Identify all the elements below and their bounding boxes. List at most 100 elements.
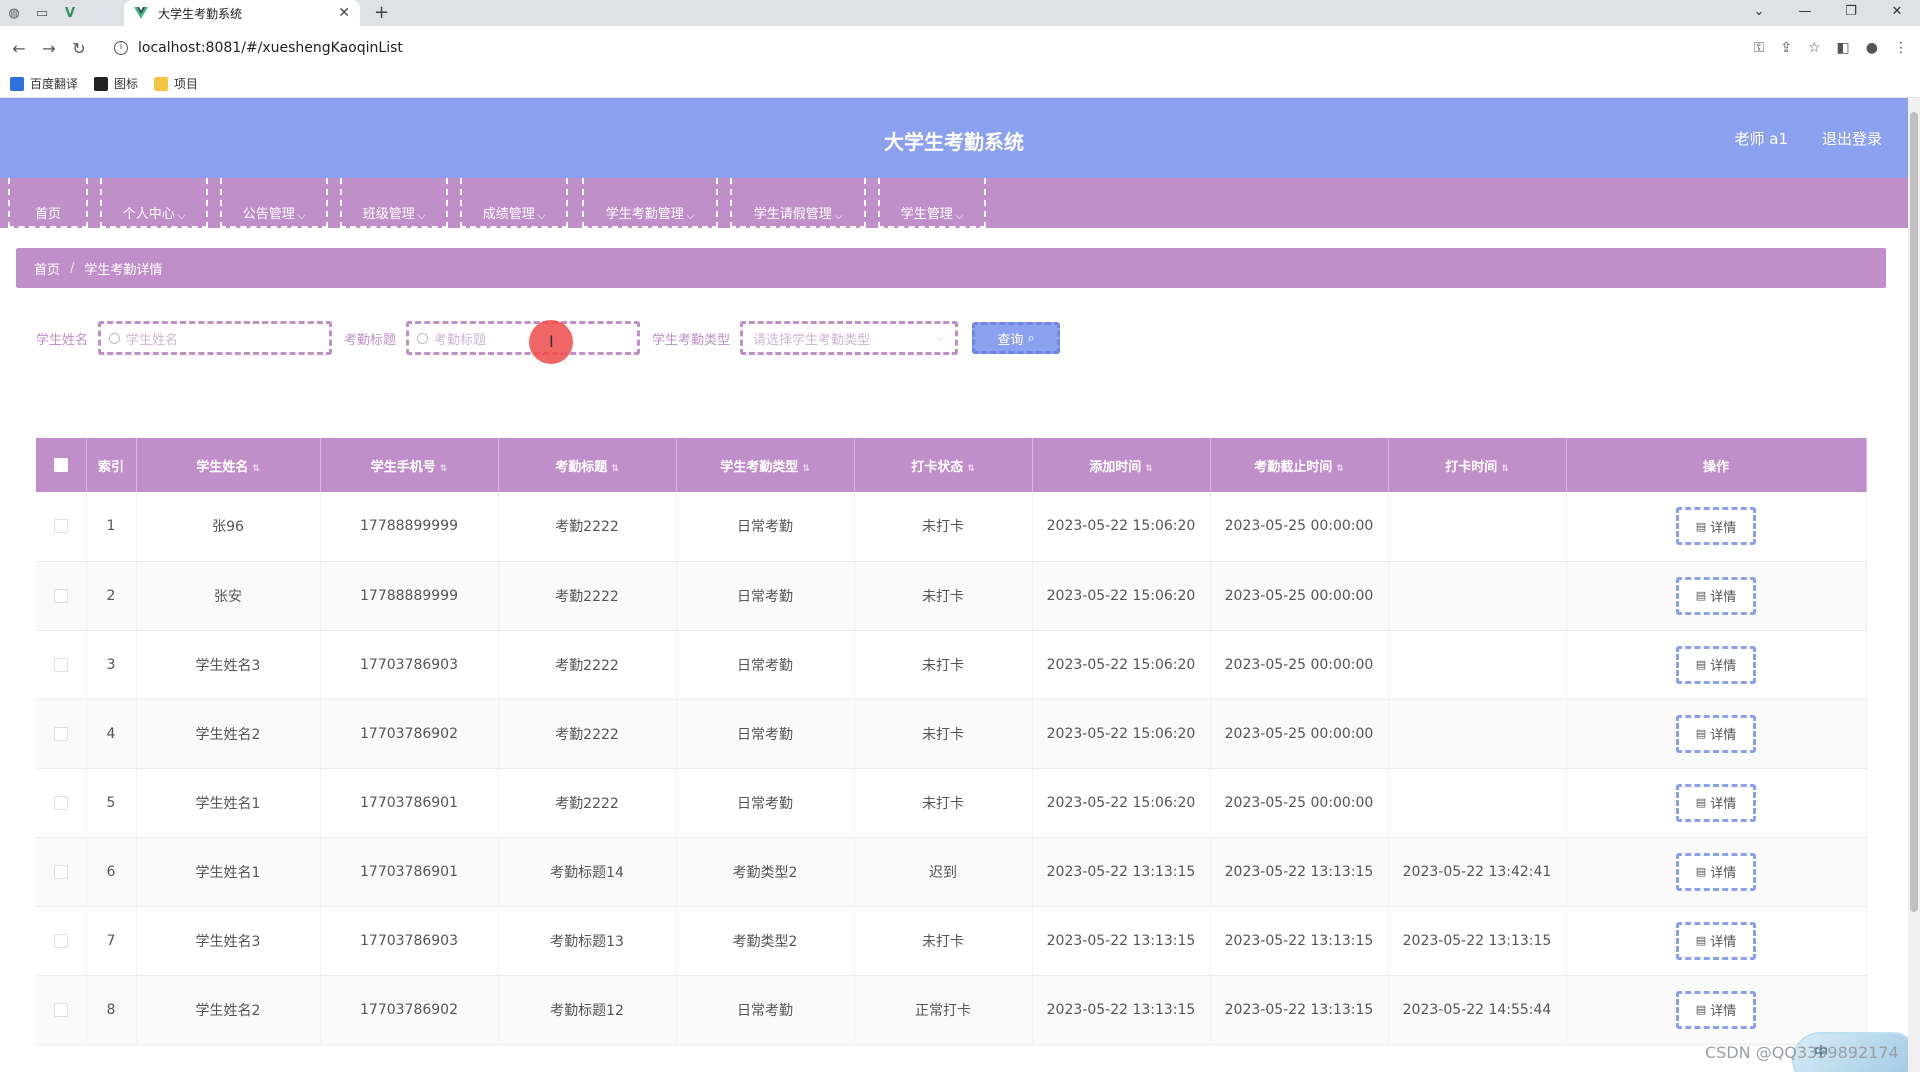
column-header[interactable]: 学生姓名 ⇅	[136, 438, 321, 492]
table-cell: 考勤标题12	[498, 975, 677, 1045]
select-all-checkbox[interactable]	[53, 458, 68, 472]
query-button[interactable]: 查询 ⌕	[972, 322, 1061, 354]
bookmark-project[interactable]: 项目	[154, 75, 198, 92]
document-icon: ▤	[1695, 796, 1707, 809]
sidepanel-icon[interactable]: ◧	[1837, 40, 1850, 56]
vue-icon[interactable]: V	[56, 0, 84, 26]
table-cell: 17703786902	[320, 699, 499, 769]
column-header[interactable]: 打卡状态 ⇅	[854, 438, 1033, 492]
breadcrumb-home[interactable]: 首页	[34, 259, 60, 278]
key-icon[interactable]: ⚿	[1754, 40, 1765, 56]
sort-icon[interactable]: ⇅	[802, 464, 810, 474]
menu-class[interactable]: 班级管理 ⌵	[340, 178, 448, 228]
menu-notice[interactable]: 公告管理 ⌵	[220, 178, 328, 228]
minimize-icon[interactable]: —	[1782, 0, 1828, 26]
browser-tab[interactable]: 大学生考勤系统 ✕	[124, 0, 360, 26]
column-header[interactable]: 打卡时间 ⇅	[1388, 438, 1567, 492]
row-checkbox[interactable]	[53, 933, 68, 948]
row-checkbox[interactable]	[53, 588, 68, 603]
bookmark-icons[interactable]: 图标	[94, 75, 138, 92]
bookmark-label: 项目	[174, 77, 199, 91]
star-icon[interactable]: ☆	[1808, 40, 1821, 56]
detail-button[interactable]: ▤ 详情	[1676, 990, 1756, 1029]
search-icon: ⌕	[1027, 330, 1035, 346]
tab-icon[interactable]: ▭	[28, 0, 56, 26]
attendance-title-input[interactable]: 考勤标题	[406, 321, 641, 355]
sort-icon[interactable]: ⇅	[252, 464, 260, 474]
sort-icon[interactable]: ⇅	[1336, 464, 1344, 474]
detail-button-label: 详情	[1710, 659, 1737, 674]
detail-button[interactable]: ▤ 详情	[1676, 645, 1756, 684]
back-icon[interactable]: ←	[4, 39, 34, 58]
column-header[interactable]: 考勤标题 ⇅	[498, 438, 677, 492]
chevron-down-icon[interactable]: ⌄	[1736, 0, 1782, 26]
sort-icon[interactable]: ⇅	[1501, 464, 1509, 474]
row-checkbox[interactable]	[53, 864, 68, 879]
row-checkbox[interactable]	[53, 519, 68, 534]
new-tab-icon[interactable]: +	[374, 2, 389, 23]
close-window-icon[interactable]: ✕	[1874, 0, 1920, 26]
menu-attendance[interactable]: 学生考勤管理 ⌵	[582, 178, 718, 228]
menu-grades[interactable]: 成绩管理 ⌵	[460, 178, 568, 228]
row-checkbox[interactable]	[53, 795, 68, 810]
column-header[interactable]: 添加时间 ⇅	[1032, 438, 1211, 492]
table-cell: 2023-05-22 13:13:15	[1032, 837, 1211, 907]
student-name-placeholder: 学生姓名	[126, 332, 179, 348]
sort-icon[interactable]: ⇅	[1145, 464, 1153, 474]
detail-button[interactable]: ▤ 详情	[1676, 852, 1756, 891]
globe-icon[interactable]: ◍	[0, 0, 28, 26]
table-cell: 2023-05-25 00:00:00	[1210, 492, 1389, 562]
table-cell: 2023-05-22 15:06:20	[1032, 561, 1211, 631]
column-header[interactable]: 学生手机号 ⇅	[320, 438, 499, 492]
menu-home[interactable]: 首页	[8, 178, 88, 228]
detail-button[interactable]: ▤ 详情	[1676, 507, 1756, 546]
document-icon: ▤	[1695, 727, 1707, 740]
menu-label: 学生请假管理	[753, 207, 832, 222]
detail-button[interactable]: ▤ 详情	[1676, 576, 1756, 615]
detail-button-label: 详情	[1710, 1004, 1737, 1019]
table-cell: 4	[86, 699, 137, 769]
url-field[interactable]: i localhost:8081/#/xueshengKaoqinList	[106, 33, 1706, 63]
table-cell: 17788899999	[320, 492, 499, 562]
attendance-table: 索引 学生姓名 ⇅ 学生手机号 ⇅ 考勤标题 ⇅ 学生考勤类型 ⇅ 打卡状态 ⇅ 添加时间…	[36, 438, 1867, 1045]
row-checkbox[interactable]	[53, 657, 68, 672]
menu-students[interactable]: 学生管理 ⌵	[878, 178, 986, 228]
column-label: 学生姓名	[196, 459, 249, 475]
row-checkbox[interactable]	[53, 1002, 68, 1017]
actions-cell: ▤ 详情	[1566, 768, 1867, 838]
column-header[interactable]: 学生考勤类型 ⇅	[676, 438, 855, 492]
menu-label: 学生管理	[900, 207, 953, 222]
sort-icon[interactable]: ⇅	[440, 464, 448, 474]
restore-icon[interactable]: ❐	[1828, 0, 1874, 26]
sort-icon[interactable]: ⇅	[967, 464, 975, 474]
scrollbar-thumb[interactable]	[1910, 112, 1918, 912]
detail-button[interactable]: ▤ 详情	[1676, 783, 1756, 822]
logout-link[interactable]: 退出登录	[1822, 128, 1882, 149]
kebab-menu-icon[interactable]: ⋮	[1894, 40, 1908, 56]
info-icon[interactable]: i	[114, 41, 128, 55]
menu-leave[interactable]: 学生请假管理 ⌵	[730, 178, 866, 228]
menu-label: 学生考勤管理	[605, 207, 684, 222]
table-cell: 日常考勤	[676, 768, 855, 838]
detail-button[interactable]: ▤ 详情	[1676, 921, 1756, 960]
share-icon[interactable]: ⇪	[1780, 40, 1792, 56]
attendance-type-select[interactable]: 请选择学生考勤类型 ⌵	[740, 321, 959, 355]
forward-icon[interactable]: →	[34, 39, 64, 58]
table-cell: 5	[86, 768, 137, 838]
table-cell: 考勤类型2	[676, 837, 855, 907]
menu-personal-center[interactable]: 个人中心 ⌵	[100, 178, 208, 228]
page-scrollbar[interactable]	[1908, 98, 1920, 1072]
bookmark-baidu-translate[interactable]: 百度翻译	[10, 75, 78, 92]
student-name-input[interactable]: 学生姓名	[98, 321, 333, 355]
table-cell: 未打卡	[854, 906, 1033, 976]
detail-button[interactable]: ▤ 详情	[1676, 714, 1756, 753]
row-checkbox[interactable]	[53, 726, 68, 741]
close-icon[interactable]: ✕	[338, 5, 350, 21]
text-cursor-icon: I	[549, 332, 554, 351]
profile-icon[interactable]: ●	[1866, 40, 1878, 56]
sort-icon[interactable]: ⇅	[611, 464, 619, 474]
column-header[interactable]: 考勤截止时间 ⇅	[1210, 438, 1389, 492]
reload-icon[interactable]: ↻	[64, 39, 94, 58]
breadcrumb-separator: /	[70, 260, 75, 276]
translate-icon	[10, 76, 24, 91]
